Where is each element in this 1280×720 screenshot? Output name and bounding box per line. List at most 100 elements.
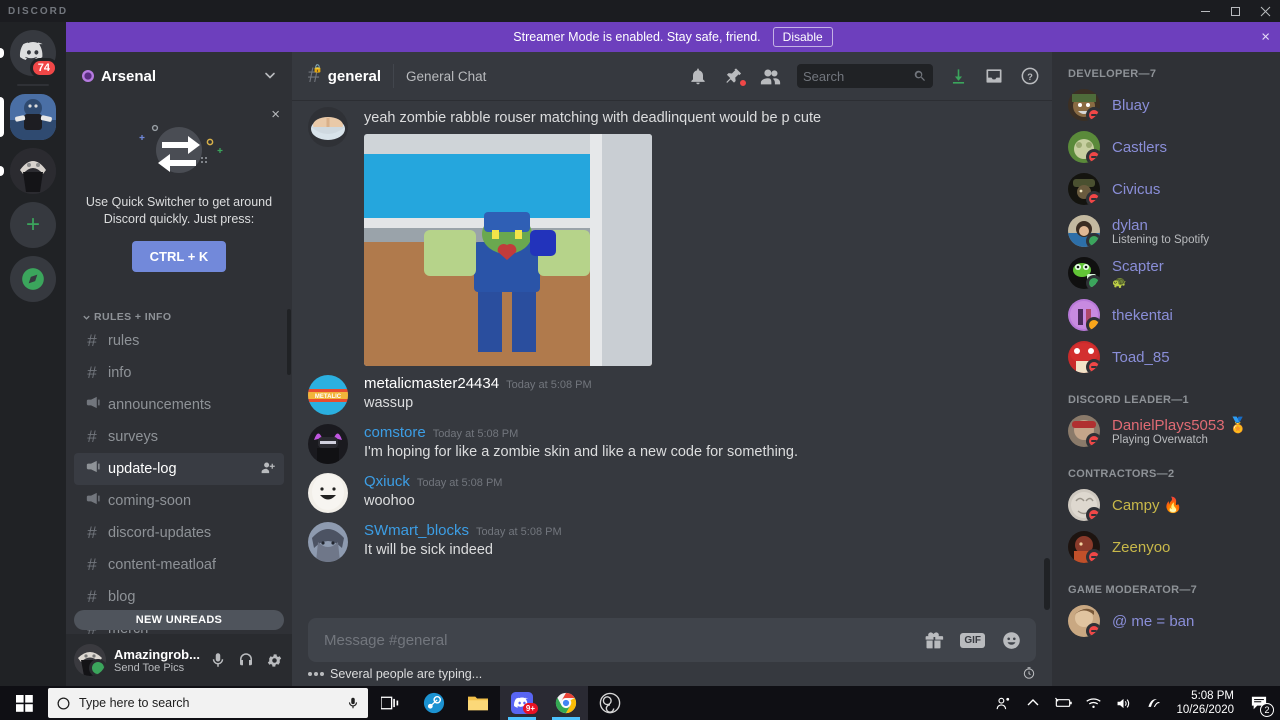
quick-switcher-close-icon[interactable]: × [271,106,280,123]
member-item[interactable]: thekentai [1052,294,1280,336]
microphone-icon[interactable] [208,651,228,669]
pin-icon[interactable] [724,66,747,87]
microphone-icon [348,697,358,709]
emoji-icon[interactable] [1001,630,1022,651]
channel-item-rules[interactable]: # rules [74,325,284,357]
message-author[interactable]: Qxiuck [364,473,410,490]
avatar[interactable] [308,522,348,562]
channel-category-label: RULES + INFO [94,311,172,323]
taskbar-search-input[interactable]: Type here to search [48,688,368,718]
lock-icon: 🔒 [312,64,323,73]
taskbar-app-steam[interactable] [412,686,456,720]
help-icon[interactable]: ? [1020,66,1040,86]
channel-name: update-log [108,461,177,477]
channel-category[interactable]: RULES + INFO [66,305,292,325]
channel-item-blog[interactable]: # blog [74,581,284,613]
channel-item-surveys[interactable]: # surveys [74,421,284,453]
download-icon[interactable] [949,67,968,86]
avatar[interactable] [308,107,348,147]
guild-selected-pill [0,97,4,137]
member-item[interactable]: DanielPlays5053 🏅 Playing Overwatch [1052,410,1280,452]
taskbar-app-chrome[interactable] [544,686,588,720]
volume-icon[interactable] [1108,686,1138,720]
member-text: Civicus [1112,181,1160,198]
message-scrollbar[interactable] [1044,558,1050,610]
taskbar-app-discord[interactable]: 9+ [500,686,544,720]
windows-start-icon[interactable] [0,694,48,712]
close-button[interactable] [1250,0,1280,22]
taskbar-clock[interactable]: 5:08 PM 10/26/2020 [1168,689,1242,717]
hash-icon: # [87,331,97,350]
people-icon[interactable] [988,686,1018,720]
avatar[interactable]: METALIC [308,375,348,415]
maximize-button[interactable] [1220,0,1250,22]
explore-servers-button[interactable] [10,256,56,302]
taskbar-app-obs[interactable] [588,686,632,720]
channel-item-discord-updates[interactable]: # discord-updates [74,517,284,549]
members-icon[interactable] [760,66,781,87]
member-item[interactable]: Civicus [1052,168,1280,210]
member-name: thekentai [1112,306,1173,324]
message-input[interactable]: Message #general GIF [308,618,1036,662]
channel-item-update-log[interactable]: update-log [74,453,284,485]
member-name: Civicus [1112,180,1161,198]
member-item[interactable]: Zeenyoo [1052,526,1280,568]
channel-item-content-meatloaf[interactable]: # content-meatloaf [74,549,284,581]
task-view-icon[interactable] [368,686,412,720]
avatar[interactable] [308,473,348,513]
battery-icon[interactable] [1048,686,1078,720]
taskbar-app-file-explorer[interactable] [456,686,500,720]
guild-unread-pill-2 [0,166,4,176]
streamer-disable-button[interactable]: Disable [772,27,833,47]
nvidia-icon[interactable] [1138,686,1168,720]
member-text: Toad_85 [1112,349,1170,366]
sidebar-scrollbar[interactable] [287,309,291,375]
message-header: Qxiuck Today at 5:08 PM [364,473,1036,490]
member-item[interactable]: Bluay [1052,84,1280,126]
member-item[interactable]: dylan Listening to Spotify [1052,210,1280,252]
message-author[interactable]: SWmart_blocks [364,522,469,539]
banner-close-icon[interactable]: × [1261,30,1270,45]
member-text: thekentai [1112,307,1173,324]
quick-switcher-tip: × Use Quick Switcher to get around Disco… [66,100,292,305]
guild-header[interactable]: Arsenal [66,52,292,100]
member-name: Scapter [1112,257,1164,275]
member-item[interactable]: Scapter 🐢 [1052,252,1280,294]
headset-icon[interactable] [236,651,256,669]
message-attachment-image[interactable] [364,134,652,366]
wifi-icon[interactable] [1078,686,1108,720]
member-item[interactable]: Toad_85 [1052,336,1280,378]
avatar[interactable] [308,424,348,464]
gif-button[interactable]: GIF [960,632,985,648]
user-status-indicator [89,659,106,676]
member-item[interactable]: @ me = ban [1052,600,1280,642]
channel-item-info[interactable]: # info [74,357,284,389]
guild-arsenal[interactable] [0,94,56,140]
gear-icon[interactable] [264,652,284,669]
action-center-button[interactable]: 2 [1242,686,1276,720]
show-hidden-icons-chevron-icon[interactable] [1018,686,1048,720]
guild-secondary[interactable] [0,148,56,194]
gift-icon[interactable] [923,630,944,651]
new-unreads-bar[interactable]: NEW UNREADS [74,610,284,630]
minimize-button[interactable] [1190,0,1220,22]
search-input[interactable]: Search [797,64,933,88]
avatar[interactable] [74,644,106,676]
inbox-icon[interactable] [984,66,1004,86]
channel-item-coming-soon[interactable]: coming-soon [74,485,284,517]
message-author[interactable]: comstore [364,424,426,441]
member-group-label: GAME MODERATOR—7 [1068,584,1198,596]
home-unread-badge: 74 [29,58,58,78]
channel-item-announcements[interactable]: announcements [74,389,284,421]
message-author[interactable]: metalicmaster24434 [364,375,499,392]
create-invite-icon[interactable] [261,460,276,479]
quick-switcher-shortcut-button[interactable]: CTRL + K [132,241,226,272]
member-item[interactable]: Castlers [1052,126,1280,168]
slowmode-clock-icon[interactable] [1022,666,1036,683]
search-icon [914,70,925,81]
guild-home-discord[interactable]: 74 [0,30,58,78]
add-server-button[interactable]: + [10,202,56,248]
member-item[interactable]: Campy 🔥 [1052,484,1280,526]
bell-icon[interactable] [688,66,708,86]
member-group-label: DISCORD LEADER—1 [1068,394,1189,406]
